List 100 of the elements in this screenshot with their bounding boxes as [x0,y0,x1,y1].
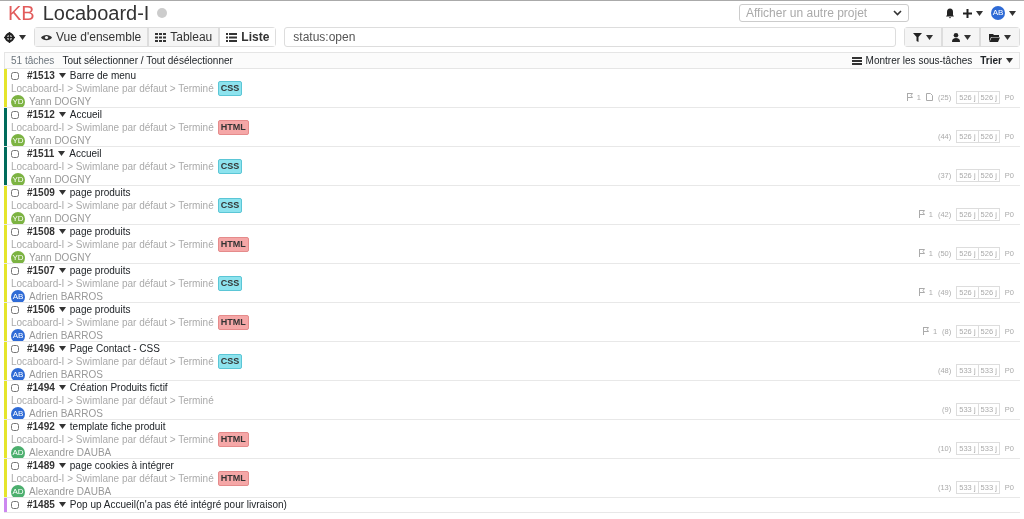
caret-icon [58,463,66,468]
caret-icon [58,346,66,351]
user-avatar: AD [11,484,25,497]
task-menu[interactable]: #1506 [27,303,66,316]
filter-icon [913,32,922,42]
task-tag: HTML [217,432,249,447]
person-icon [951,32,960,42]
task-title[interactable]: page produits [69,186,131,199]
task-checkbox[interactable] [11,500,19,509]
task-path: Locaboard-I > Swimlane par défaut > Terminé [11,355,214,368]
flag-icon [918,210,925,219]
task-path: Locaboard-I > Swimlane par défaut > Terminé [11,433,214,446]
caret-icon [58,502,66,507]
caret-icon [19,34,26,40]
task-checkbox[interactable] [11,344,19,353]
user-avatar: AB [11,367,25,380]
assignee-name: Adrien BARROS [29,329,103,341]
task-checkbox[interactable] [11,461,19,470]
bell-icon[interactable] [945,7,955,19]
task-path: Locaboard-I > Swimlane par défaut > Terminé [11,316,214,329]
task-title[interactable]: Création Produits fictif [69,381,168,394]
task-menu[interactable]: #1508 [27,225,66,238]
task-checkbox[interactable] [11,266,19,275]
view-tab[interactable]: Tableau [148,27,220,47]
assignee-name: Adrien BARROS [29,368,103,380]
search-field[interactable]: status:open [284,27,896,47]
add-menu[interactable] [963,8,983,18]
task-tag: CSS [217,198,243,213]
task-checkbox[interactable] [11,383,19,392]
assignee-name: Yann DOGNY [29,212,92,224]
view-tab[interactable]: Liste [219,27,277,47]
assignee-name: Yann DOGNY [29,173,92,185]
caret-icon [58,112,66,117]
task-path: Locaboard-I > Swimlane par défaut > Terminé [11,472,214,485]
task-path: Locaboard-I > Swimlane par défaut > Terminé [11,160,214,173]
task-menu[interactable]: #1511 [27,147,66,160]
user-avatar: AD [11,445,25,458]
task-menu[interactable]: #1513 [27,69,66,82]
caret-icon [58,307,66,312]
caret-icon [963,34,971,40]
task-checkbox[interactable] [11,149,19,158]
caret-icon [926,34,933,40]
caret-icon [58,73,66,78]
task-path: Locaboard-I > Swimlane par défaut > Terminé [11,82,214,95]
task-checkbox[interactable] [11,227,19,236]
task-checkbox[interactable] [11,305,19,314]
task-menu[interactable]: #1489 [27,459,66,472]
settings-menu[interactable] [4,31,26,43]
user-filter-menu[interactable] [942,27,980,47]
flag-icon [906,93,913,102]
caret-icon [1009,10,1016,16]
task-menu[interactable]: #1485 [27,498,66,511]
task-checkbox[interactable] [11,110,19,119]
task-checkbox[interactable] [11,422,19,431]
task-title[interactable]: Pop up Accueil(n'a pas été intégré pour livraison) [69,498,287,511]
task-menu[interactable]: #1492 [27,420,66,433]
assignee-name: Yann DOGNY [29,95,92,107]
task-title[interactable]: Accueil [69,108,103,121]
flag-icon [918,249,925,258]
list-icon [226,32,238,42]
task-menu[interactable]: #1512 [27,108,66,121]
user-avatar: YD [11,133,25,146]
caret-icon [58,424,66,429]
filter-menu[interactable] [904,27,942,47]
task-tag: HTML [217,315,249,330]
task-menu[interactable]: #1496 [27,342,66,355]
folder-menu[interactable] [980,27,1020,47]
caret-icon [58,229,66,234]
task-title[interactable]: page cookies à intégrer [69,459,174,472]
task-menu[interactable]: #1507 [27,264,66,277]
caret-icon [1004,34,1011,40]
task-path: Locaboard-I > Swimlane par défaut > Terminé [11,238,214,251]
chevron-icon [893,10,902,16]
folder-icon [989,32,1000,42]
caret-icon [58,190,66,195]
assignee-name: Yann DOGNY [29,134,92,146]
task-path: Locaboard-I > Swimlane par défaut > Terminé [11,199,214,212]
assignee-name: Yann DOGNY [29,251,92,263]
task-menu[interactable]: #1509 [27,186,66,199]
task-checkbox[interactable] [11,71,19,80]
task-title[interactable]: page produits [69,303,131,316]
task-title[interactable]: Accueil [69,147,102,160]
task-title[interactable]: Page Contact - CSS [69,342,160,355]
view-tab[interactable]: Vue d'ensemble [34,27,149,47]
plus-icon [963,8,972,18]
task-title[interactable]: template fiche produit [69,420,166,433]
eye-icon [41,32,52,42]
task-tag: HTML [217,120,249,135]
user-avatar: YD [11,94,25,107]
flag-icon [922,327,929,336]
task-title[interactable]: page produits [69,264,131,277]
task-title[interactable]: page produits [69,225,131,238]
task-path: Locaboard-I > Swimlane par défaut > Terminé [11,121,214,134]
user-menu[interactable]: AB [991,6,1016,20]
task-title[interactable]: Barre de menu [69,69,136,82]
task-checkbox[interactable] [11,188,19,197]
caret-icon [58,268,66,273]
task-menu[interactable]: #1494 [27,381,66,394]
task-tag: CSS [217,159,243,174]
caret-icon [58,151,66,156]
